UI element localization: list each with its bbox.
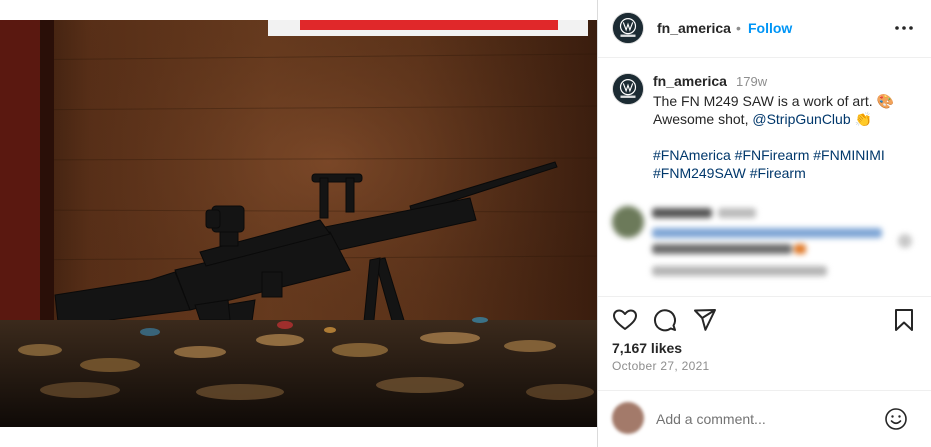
photo-bottom-margin: [0, 427, 597, 447]
caption-text: The FN M249 SAW is a work of art. 🎨 Awes…: [653, 92, 923, 128]
caption-username[interactable]: fn_america: [653, 73, 727, 89]
action-bar: [598, 296, 931, 340]
blurred-line: [652, 208, 712, 218]
comment-input[interactable]: [656, 411, 876, 427]
hashtag-line[interactable]: #FNM249SAW #Firearm: [653, 164, 923, 182]
blurred-line: [652, 244, 792, 254]
post-header: fn_america • Follow: [598, 0, 931, 58]
save-bookmark-icon[interactable]: [891, 307, 917, 333]
comment-icon[interactable]: [652, 307, 678, 333]
post-photo[interactable]: [0, 0, 597, 447]
blurred-line: [718, 208, 756, 218]
palette-emoji: 🎨: [876, 93, 894, 109]
fn-logo-icon: [613, 13, 643, 43]
likes-count[interactable]: 7,167 likes: [612, 340, 682, 356]
avatar[interactable]: [612, 12, 644, 44]
hashtags: #FNAmerica #FNFirearm #FNMINIMI #FNM249S…: [653, 146, 923, 182]
caption-text-middle: Awesome shot,: [653, 111, 753, 127]
post-date[interactable]: October 27, 2021: [612, 359, 710, 373]
share-icon[interactable]: [692, 307, 718, 333]
commenter-avatar: [612, 206, 644, 238]
caption-avatar[interactable]: [612, 73, 644, 105]
machine-gun-photo: [0, 20, 597, 427]
header-username[interactable]: fn_america: [657, 20, 731, 36]
blurred-line: [898, 234, 912, 248]
like-heart-icon[interactable]: [612, 307, 638, 333]
post-age[interactable]: 179w: [736, 74, 767, 89]
emoji-smile-icon[interactable]: [884, 407, 908, 431]
follow-button[interactable]: Follow: [748, 20, 792, 36]
mention-link[interactable]: @StripGunClub: [752, 111, 850, 127]
fn-logo-icon: [613, 74, 643, 104]
separator-dot: •: [736, 20, 741, 36]
blurred-line: [794, 244, 806, 254]
viewer-avatar: [612, 402, 644, 434]
post-image[interactable]: [0, 20, 597, 427]
post-side-panel: fn_america • Follow fn_america 179w The …: [598, 0, 931, 447]
blurred-comment: [612, 200, 922, 290]
hashtag-line[interactable]: #FNAmerica #FNFirearm #FNMINIMI: [653, 146, 923, 164]
blurred-line: [652, 228, 882, 238]
comment-bar: [598, 390, 931, 447]
blurred-line: [652, 266, 827, 276]
more-options-icon[interactable]: [892, 18, 916, 38]
caption-text-start: The FN M249 SAW is a work of art.: [653, 93, 877, 109]
clap-emoji: 👏: [854, 111, 872, 127]
